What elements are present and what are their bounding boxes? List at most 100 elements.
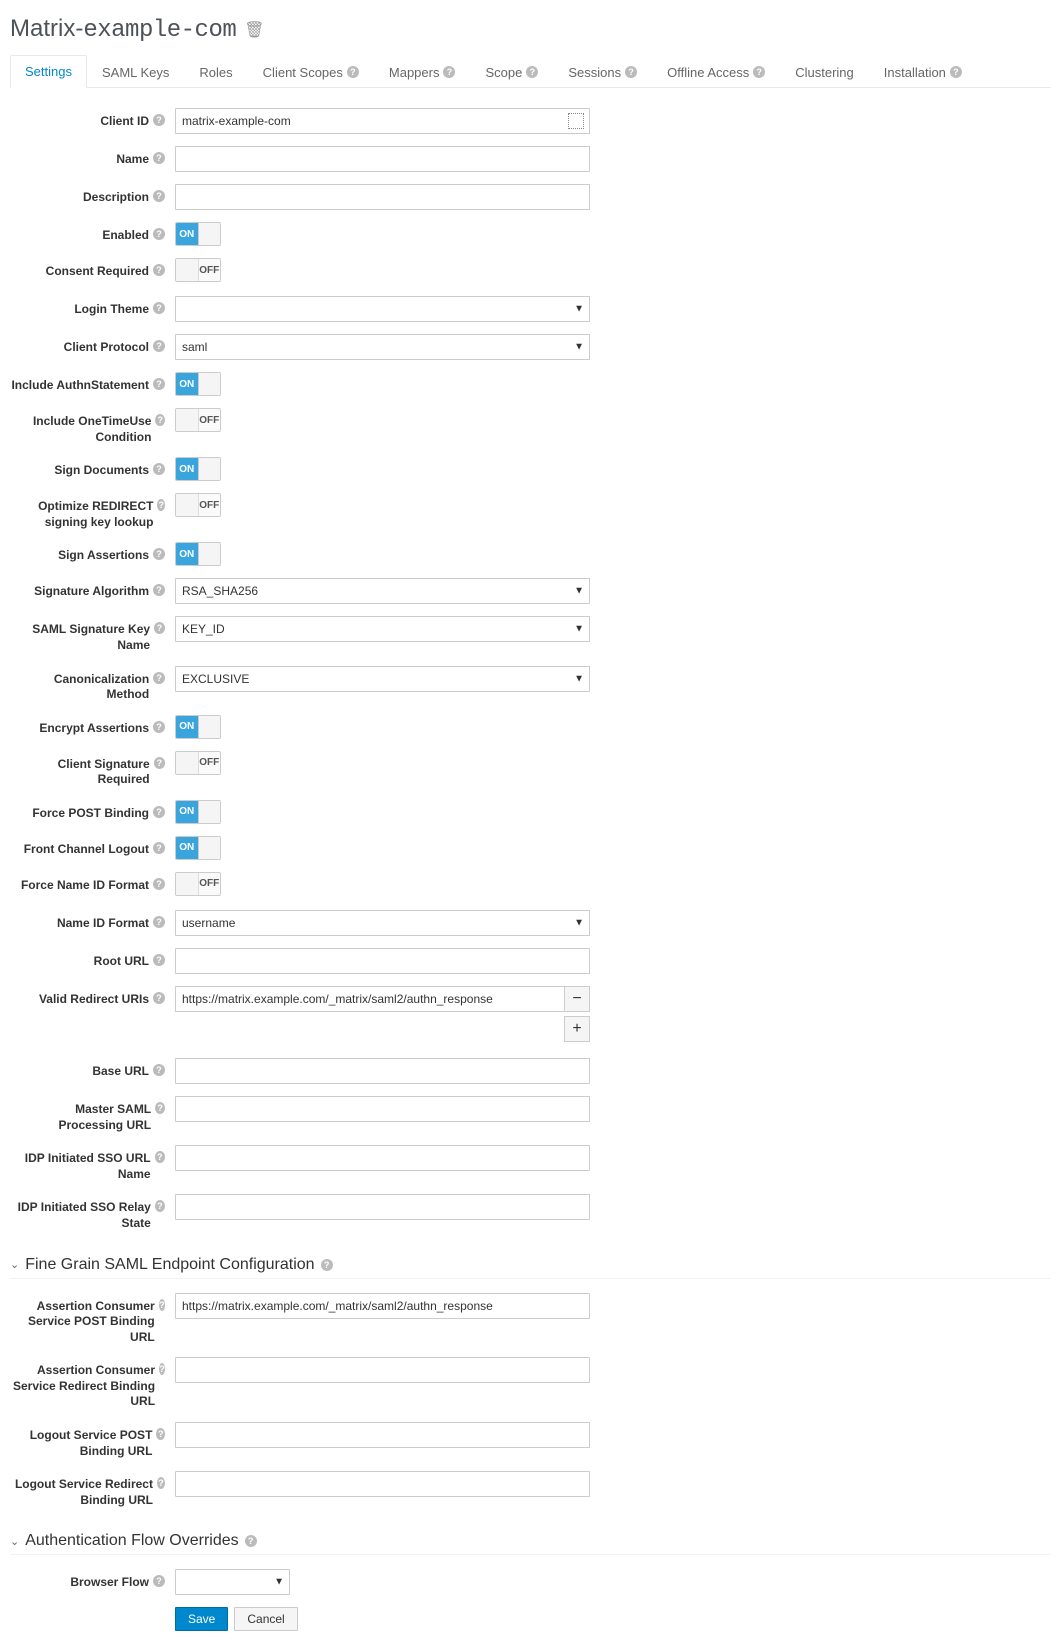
help-icon[interactable]: ? [153,672,165,684]
root-url-input[interactable] [175,948,590,974]
logout-post-input[interactable] [175,1422,590,1448]
client-protocol-select[interactable]: saml [175,334,590,360]
help-icon[interactable]: ? [155,1151,165,1163]
help-icon[interactable]: ? [153,340,165,352]
include-authn-toggle[interactable]: ON [175,372,221,396]
help-icon[interactable]: ? [154,622,165,634]
acs-post-label: Assertion Consumer Service POST Binding … [10,1293,175,1346]
help-icon[interactable]: ? [153,264,165,276]
help-icon[interactable]: ? [753,66,765,78]
help-icon[interactable]: ? [526,66,538,78]
tab-installation[interactable]: Installation? [869,55,977,88]
one-time-use-toggle[interactable]: OFF [175,408,221,432]
section-fine-grain[interactable]: ⌄ Fine Grain SAML Endpoint Configuration… [10,1256,1051,1279]
help-icon[interactable]: ? [153,378,165,390]
tab-settings[interactable]: Settings [10,55,87,88]
remove-uri-button[interactable]: − [564,986,590,1012]
browser-flow-select[interactable] [175,1569,290,1595]
acs-redirect-input[interactable] [175,1357,590,1383]
help-icon[interactable]: ? [157,1477,165,1489]
client-id-input[interactable] [175,108,590,134]
tabs: SettingsSAML KeysRolesClient Scopes?Mapp… [10,54,1051,88]
logout-redirect-input[interactable] [175,1471,590,1497]
help-icon[interactable]: ? [321,1259,333,1271]
help-icon[interactable]: ? [153,1064,165,1076]
sig-algorithm-select[interactable]: RSA_SHA256 [175,578,590,604]
name-input[interactable] [175,146,590,172]
help-icon[interactable]: ? [153,1575,165,1587]
help-icon[interactable]: ? [159,1299,165,1311]
tab-roles[interactable]: Roles [184,55,247,88]
tab-sessions[interactable]: Sessions? [553,55,652,88]
idp-sso-url-name-input[interactable] [175,1145,590,1171]
enabled-label: Enabled? [10,222,175,244]
sig-key-name-select[interactable]: KEY_ID [175,616,590,642]
root-url-label: Root URL? [10,948,175,970]
front-channel-logout-label: Front Channel Logout? [10,836,175,858]
help-icon[interactable]: ? [159,1363,165,1375]
tab-scope[interactable]: Scope? [470,55,553,88]
help-icon[interactable]: ? [153,114,165,126]
help-icon[interactable]: ? [245,1535,257,1547]
help-icon[interactable]: ? [153,878,165,890]
nameid-format-select[interactable]: username [175,910,590,936]
sign-documents-label: Sign Documents? [10,457,175,479]
section-auth-flow[interactable]: ⌄ Authentication Flow Overrides ? [10,1532,1051,1555]
canon-method-select[interactable]: EXCLUSIVE [175,666,590,692]
help-icon[interactable]: ? [153,228,165,240]
help-icon[interactable]: ? [157,499,165,511]
help-icon[interactable]: ? [154,757,165,769]
help-icon[interactable]: ? [625,66,637,78]
base-url-input[interactable] [175,1058,590,1084]
tab-offline-access[interactable]: Offline Access? [652,55,780,88]
force-nameid-toggle[interactable]: OFF [175,872,221,896]
help-icon[interactable]: ? [155,1200,165,1212]
help-icon[interactable]: ? [153,954,165,966]
idp-sso-relay-input[interactable] [175,1194,590,1220]
help-icon[interactable]: ? [155,414,165,426]
sign-documents-toggle[interactable]: ON [175,457,221,481]
front-channel-logout-toggle[interactable]: ON [175,836,221,860]
cancel-button[interactable]: Cancel [234,1607,297,1631]
one-time-use-label: Include OneTimeUse Condition? [10,408,175,445]
login-theme-select[interactable] [175,296,590,322]
tab-clustering[interactable]: Clustering [780,55,869,88]
help-icon[interactable]: ? [153,463,165,475]
description-input[interactable] [175,184,590,210]
tab-client-scopes[interactable]: Client Scopes? [248,55,374,88]
help-icon[interactable]: ? [155,1102,165,1114]
consent-required-toggle[interactable]: OFF [175,258,221,282]
help-icon[interactable]: ? [153,190,165,202]
add-uri-button[interactable]: + [564,1016,590,1042]
help-icon[interactable]: ? [443,66,455,78]
tab-saml-keys[interactable]: SAML Keys [87,55,184,88]
help-icon[interactable]: ? [153,916,165,928]
client-sig-required-toggle[interactable]: OFF [175,751,221,775]
help-icon[interactable]: ? [950,66,962,78]
chevron-down-icon: ⌄ [10,1258,19,1271]
encrypt-assertions-label: Encrypt Assertions? [10,715,175,737]
force-post-toggle[interactable]: ON [175,800,221,824]
help-icon[interactable]: ? [153,721,165,733]
help-icon[interactable]: ? [347,66,359,78]
encrypt-assertions-toggle[interactable]: ON [175,715,221,739]
valid-redirect-input[interactable] [175,986,564,1012]
help-icon[interactable]: ? [153,842,165,854]
help-icon[interactable]: ? [153,152,165,164]
help-icon[interactable]: ? [153,584,165,596]
enabled-toggle[interactable]: ON [175,222,221,246]
acs-post-input[interactable] [175,1293,590,1319]
logout-post-label: Logout Service POST Binding URL? [10,1422,175,1459]
sign-assertions-toggle[interactable]: ON [175,542,221,566]
chevron-down-icon: ⌄ [10,1535,19,1548]
help-icon[interactable]: ? [153,806,165,818]
trash-icon[interactable]: 🗑 [244,20,264,40]
help-icon[interactable]: ? [156,1428,165,1440]
help-icon[interactable]: ? [153,302,165,314]
tab-mappers[interactable]: Mappers? [374,55,471,88]
optimize-redirect-toggle[interactable]: OFF [175,493,221,517]
help-icon[interactable]: ? [153,992,165,1004]
master-saml-input[interactable] [175,1096,590,1122]
help-icon[interactable]: ? [153,548,165,560]
save-button[interactable]: Save [175,1607,228,1631]
